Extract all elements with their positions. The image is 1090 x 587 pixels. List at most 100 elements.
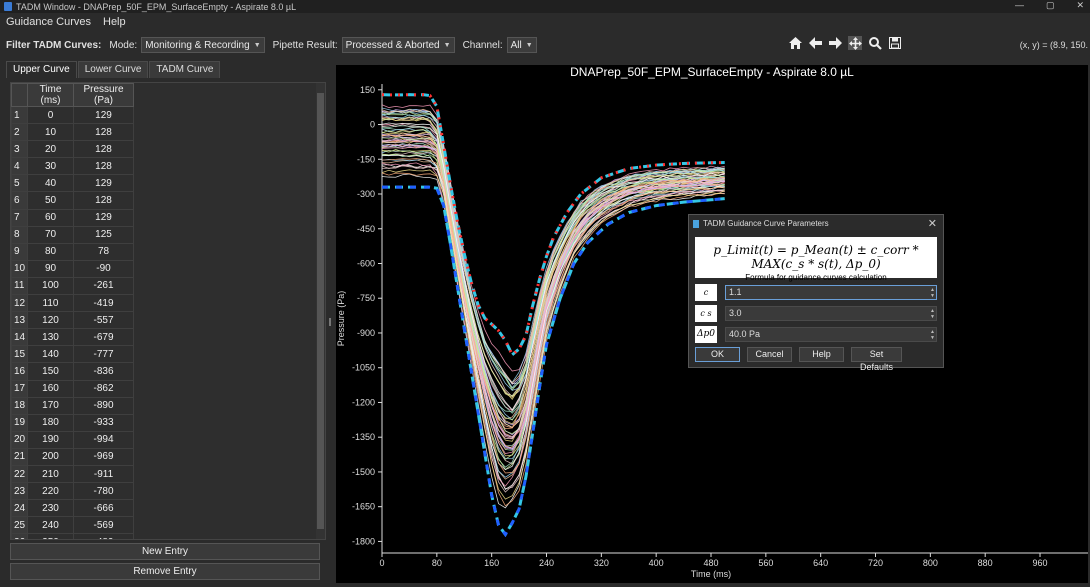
table-row[interactable]: 9 80 78 — [11, 242, 134, 261]
time-cell[interactable]: 100 — [27, 276, 74, 296]
pressure-cell[interactable]: -911 — [73, 464, 134, 484]
table-row[interactable]: 2 10 128 — [11, 123, 134, 142]
pressure-cell[interactable]: 128 — [73, 140, 134, 159]
new-entry-button[interactable]: New Entry — [10, 543, 320, 560]
pressure-cell[interactable]: -419 — [73, 294, 134, 313]
table-row[interactable]: 11 100 -261 — [11, 276, 134, 296]
table-scrollbar[interactable] — [316, 83, 325, 539]
pressure-cell[interactable]: 125 — [73, 225, 134, 244]
table-row[interactable]: 10 90 -90 — [11, 259, 134, 278]
time-cell[interactable]: 10 — [27, 123, 74, 142]
table-row[interactable]: 1 0 129 — [11, 105, 134, 125]
time-cell[interactable]: 0 — [27, 105, 74, 125]
time-cell[interactable]: 210 — [27, 464, 74, 484]
table-row[interactable]: 19 180 -933 — [11, 413, 134, 432]
pressure-cell[interactable]: 129 — [73, 208, 134, 227]
table-row[interactable]: 5 40 129 — [11, 174, 134, 193]
table-row[interactable]: 7 60 129 — [11, 208, 134, 227]
time-cell[interactable]: 20 — [27, 140, 74, 159]
pressure-cell[interactable]: -862 — [73, 379, 134, 398]
time-cell[interactable]: 150 — [27, 362, 74, 381]
arrow-left-icon[interactable] — [808, 36, 822, 50]
pressure-cell[interactable]: -969 — [73, 447, 134, 466]
pressure-cell[interactable]: -890 — [73, 396, 134, 415]
table-row[interactable]: 3 20 128 — [11, 140, 134, 159]
pressure-cell[interactable]: -666 — [73, 499, 134, 518]
minimize-button[interactable]: — — [1015, 0, 1024, 11]
close-button[interactable]: ✕ — [1076, 0, 1084, 11]
splitter-handle[interactable] — [329, 318, 331, 326]
pressure-cell[interactable]: -994 — [73, 430, 134, 449]
time-cell[interactable]: 110 — [27, 294, 74, 313]
pressure-cell[interactable]: -777 — [73, 345, 134, 364]
cs-input[interactable]: 3.0 ▲ ▼ — [725, 306, 937, 321]
time-cell[interactable]: 200 — [27, 447, 74, 466]
table-row[interactable]: 12 110 -419 — [11, 294, 134, 313]
pressure-cell[interactable]: -836 — [73, 362, 134, 381]
pressure-cell[interactable]: 129 — [73, 105, 134, 125]
time-cell[interactable]: 50 — [27, 191, 74, 210]
menu-guidance-curves[interactable]: Guidance Curves — [6, 16, 91, 28]
time-cell[interactable]: 170 — [27, 396, 74, 415]
table-row[interactable]: 23 220 -780 — [11, 482, 134, 501]
table-row[interactable]: 25 240 -569 — [11, 516, 134, 535]
pressure-cell[interactable]: -489 — [73, 533, 134, 539]
pressure-cell[interactable]: -90 — [73, 259, 134, 278]
pressure-cell[interactable]: -569 — [73, 516, 134, 535]
pressure-cell[interactable]: -679 — [73, 328, 134, 347]
tab-lower-curve[interactable]: Lower Curve — [77, 61, 149, 78]
column-header-pressure[interactable]: Pressure (Pa) — [73, 83, 134, 107]
help-button[interactable]: Help — [799, 347, 844, 362]
time-cell[interactable]: 250 — [27, 533, 74, 539]
time-cell[interactable]: 60 — [27, 208, 74, 227]
pressure-cell[interactable]: -780 — [73, 482, 134, 501]
table-row[interactable]: 15 140 -777 — [11, 345, 134, 364]
remove-entry-button[interactable]: Remove Entry — [10, 563, 320, 580]
set-defaults-button[interactable]: Set Defaults — [851, 347, 902, 372]
time-cell[interactable]: 180 — [27, 413, 74, 432]
menu-help[interactable]: Help — [103, 16, 126, 28]
spin-icon[interactable]: ▲ ▼ — [930, 329, 935, 341]
time-cell[interactable]: 160 — [27, 379, 74, 398]
mode-select[interactable]: Monitoring & Recording ▼ — [141, 37, 265, 53]
home-icon[interactable] — [788, 36, 802, 50]
maximize-button[interactable]: ▢ — [1046, 0, 1055, 11]
cancel-button[interactable]: Cancel — [747, 347, 792, 362]
time-cell[interactable]: 30 — [27, 157, 74, 176]
pressure-cell[interactable]: 128 — [73, 157, 134, 176]
time-cell[interactable]: 220 — [27, 482, 74, 501]
pressure-cell[interactable]: 129 — [73, 174, 134, 193]
spin-icon[interactable]: ▲ ▼ — [930, 308, 935, 320]
tab-upper-curve[interactable]: Upper Curve — [6, 61, 77, 78]
spin-icon[interactable]: ▲ ▼ — [930, 287, 935, 299]
table-row[interactable]: 13 120 -557 — [11, 311, 134, 330]
zoom-icon[interactable] — [868, 36, 882, 50]
time-cell[interactable]: 80 — [27, 242, 74, 261]
time-cell[interactable]: 120 — [27, 311, 74, 330]
pressure-cell[interactable]: -557 — [73, 311, 134, 330]
time-cell[interactable]: 140 — [27, 345, 74, 364]
arrow-right-icon[interactable] — [828, 36, 842, 50]
column-header-time[interactable]: Time (ms) — [27, 83, 74, 107]
dp0-input[interactable]: 40.0 Pa ▲ ▼ — [725, 327, 937, 342]
table-row[interactable]: 21 200 -969 — [11, 447, 134, 466]
pan-icon[interactable] — [848, 36, 862, 50]
time-cell[interactable]: 240 — [27, 516, 74, 535]
pressure-cell[interactable]: -933 — [73, 413, 134, 432]
table-row[interactable]: 18 170 -890 — [11, 396, 134, 415]
ccorr-input[interactable]: 1.1 ▲ ▼ — [725, 285, 937, 300]
table-row[interactable]: 4 30 128 — [11, 157, 134, 176]
pipette-select[interactable]: Processed & Aborted ▼ — [341, 37, 455, 53]
pressure-cell[interactable]: 128 — [73, 123, 134, 142]
time-cell[interactable]: 130 — [27, 328, 74, 347]
pressure-cell[interactable]: 128 — [73, 191, 134, 210]
pressure-cell[interactable]: 78 — [73, 242, 134, 261]
table-row[interactable]: 26250-489 — [11, 533, 134, 539]
table-row[interactable]: 17 160 -862 — [11, 379, 134, 398]
time-cell[interactable]: 230 — [27, 499, 74, 518]
table-row[interactable]: 6 50 128 — [11, 191, 134, 210]
ok-button[interactable]: OK — [695, 347, 740, 362]
table-row[interactable]: 8 70 125 — [11, 225, 134, 244]
time-cell[interactable]: 90 — [27, 259, 74, 278]
channel-select[interactable]: All ▼ — [506, 37, 537, 53]
